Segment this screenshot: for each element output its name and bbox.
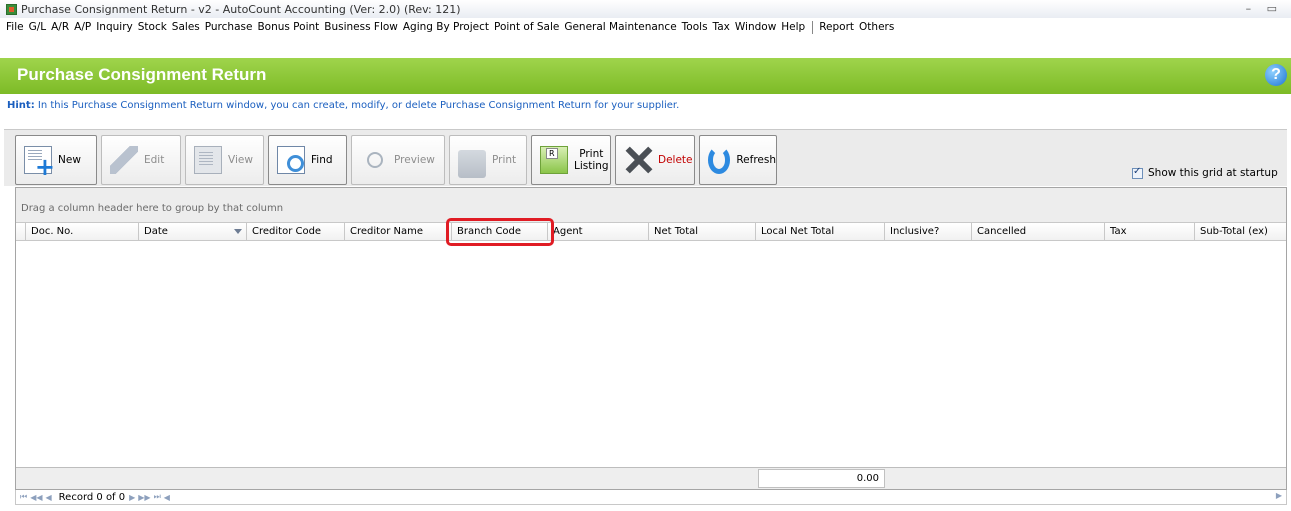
window-title: Purchase Consignment Return - v2 - AutoC…: [21, 2, 461, 16]
menu-separator: [812, 20, 814, 34]
view-button-label: View: [228, 154, 253, 166]
refresh-button-label: Refresh: [736, 154, 776, 166]
data-grid: Drag a column header here to group by th…: [15, 187, 1287, 490]
menu-tools[interactable]: Tools: [682, 21, 708, 33]
sort-descending-icon: [234, 229, 242, 234]
next-page-icon[interactable]: ▶▶: [138, 493, 150, 502]
menu-tax[interactable]: Tax: [713, 21, 730, 33]
menu-report[interactable]: Report: [819, 21, 854, 33]
menu-inquiry[interactable]: Inquiry: [96, 21, 133, 33]
preview-button[interactable]: Preview: [351, 135, 445, 185]
view-button[interactable]: View: [185, 135, 264, 185]
refresh-icon: [708, 146, 731, 174]
hint-panel: Hint: In this Purchase Consignment Retur…: [4, 97, 1287, 130]
menu-window[interactable]: Window: [735, 21, 776, 33]
column-agent[interactable]: Agent: [548, 223, 649, 240]
menu-bonus-point[interactable]: Bonus Point: [257, 21, 319, 33]
menu-point-of-sale[interactable]: Point of Sale: [494, 21, 559, 33]
print-listing-button[interactable]: PrintListing: [531, 135, 611, 185]
print-button-label: Print: [492, 154, 517, 166]
local-net-total-sum: 0.00: [758, 469, 885, 488]
title-bar: Purchase Consignment Return - v2 - AutoC…: [0, 0, 1291, 18]
new-button[interactable]: New: [15, 135, 97, 185]
delete-x-icon: [624, 146, 652, 174]
delete-button[interactable]: Delete: [615, 135, 695, 185]
row-indicator-header: [16, 223, 26, 240]
help-icon[interactable]: ?: [1265, 64, 1287, 86]
column-creditor-code[interactable]: Creditor Code: [247, 223, 345, 240]
preview-icon: [360, 146, 388, 174]
show-grid-checkbox[interactable]: [1132, 166, 1143, 179]
menu-gl[interactable]: G/L: [29, 21, 47, 33]
group-by-hint: Drag a column header here to group by th…: [21, 203, 284, 214]
app-icon: [6, 3, 17, 15]
scroll-left-icon[interactable]: ◀: [164, 493, 170, 502]
find-button-label: Find: [311, 154, 333, 166]
last-record-icon[interactable]: ⏭: [154, 492, 161, 502]
grid-footer: 0.00: [16, 467, 1286, 489]
column-date[interactable]: Date: [139, 223, 247, 240]
hint-label: Hint:: [7, 100, 35, 111]
page-header: Purchase Consignment Return ?: [0, 58, 1291, 94]
new-document-icon: [24, 146, 55, 181]
column-tax[interactable]: Tax: [1105, 223, 1195, 240]
new-button-label: New: [58, 154, 81, 166]
show-grid-at-startup[interactable]: Show this grid at startup: [1132, 166, 1278, 179]
menu-help[interactable]: Help: [781, 21, 805, 33]
menu-ap[interactable]: A/P: [74, 21, 91, 33]
hint-text: Hint: In this Purchase Consignment Retur…: [7, 100, 679, 111]
menu-others[interactable]: Others: [859, 21, 894, 33]
delete-button-label: Delete: [658, 154, 693, 166]
menu-bar: File G/L A/R A/P Inquiry Stock Sales Pur…: [0, 18, 1291, 36]
menu-purchase[interactable]: Purchase: [205, 21, 253, 33]
preview-button-label: Preview: [394, 154, 435, 166]
previous-record-icon[interactable]: ◀: [46, 493, 52, 502]
find-icon: [277, 146, 305, 174]
find-button[interactable]: Find: [268, 135, 347, 185]
scroll-right-icon[interactable]: ▶: [1276, 491, 1282, 500]
edit-icon: [110, 146, 138, 174]
menu-file[interactable]: File: [6, 21, 24, 33]
window-controls[interactable]: – ▭: [1246, 2, 1283, 15]
edit-button[interactable]: Edit: [101, 135, 181, 185]
menu-aging-by-project[interactable]: Aging By Project: [403, 21, 489, 33]
view-icon: [194, 146, 222, 174]
edit-button-label: Edit: [144, 154, 165, 166]
group-by-panel[interactable]: Drag a column header here to group by th…: [16, 188, 1286, 223]
page-title: Purchase Consignment Return: [17, 65, 267, 84]
column-cancelled[interactable]: Cancelled: [972, 223, 1105, 240]
column-creditor-name[interactable]: Creditor Name: [345, 223, 452, 240]
next-record-icon[interactable]: ▶: [129, 493, 135, 502]
column-inclusive[interactable]: Inclusive?: [885, 223, 972, 240]
first-record-icon[interactable]: ⏮: [20, 492, 27, 502]
record-navigator: ⏮ ◀◀ ◀ Record 0 of 0 ▶ ▶▶ ⏭ ◀ ▶: [15, 490, 1287, 505]
hint-message: In this Purchase Consignment Return wind…: [34, 100, 680, 111]
refresh-button[interactable]: Refresh: [699, 135, 777, 185]
branch-code-highlight: [446, 218, 554, 246]
menu-general-maintenance[interactable]: General Maintenance: [564, 21, 676, 33]
record-count: Record 0 of 0: [58, 491, 126, 503]
printer-icon: [458, 150, 486, 178]
show-grid-label: Show this grid at startup: [1148, 167, 1278, 179]
menu-stock[interactable]: Stock: [138, 21, 167, 33]
column-date-label: Date: [144, 226, 168, 237]
menu-business-flow[interactable]: Business Flow: [324, 21, 398, 33]
column-net-total[interactable]: Net Total: [649, 223, 756, 240]
report-listing-icon: [540, 146, 568, 174]
print-listing-label-line1: Print: [579, 148, 604, 160]
print-button[interactable]: Print: [449, 135, 527, 185]
previous-page-icon[interactable]: ◀◀: [30, 493, 42, 502]
column-header-row: Doc. No. Date Creditor Code Creditor Nam…: [16, 223, 1286, 241]
column-local-net-total[interactable]: Local Net Total: [756, 223, 885, 240]
print-listing-label-line2: Listing: [574, 160, 609, 172]
column-doc-no[interactable]: Doc. No.: [26, 223, 139, 240]
menu-sales[interactable]: Sales: [172, 21, 200, 33]
print-listing-label: Print Listing: [574, 148, 609, 172]
menu-ar[interactable]: A/R: [51, 21, 69, 33]
column-sub-total-ex[interactable]: Sub-Total (ex): [1195, 223, 1286, 240]
